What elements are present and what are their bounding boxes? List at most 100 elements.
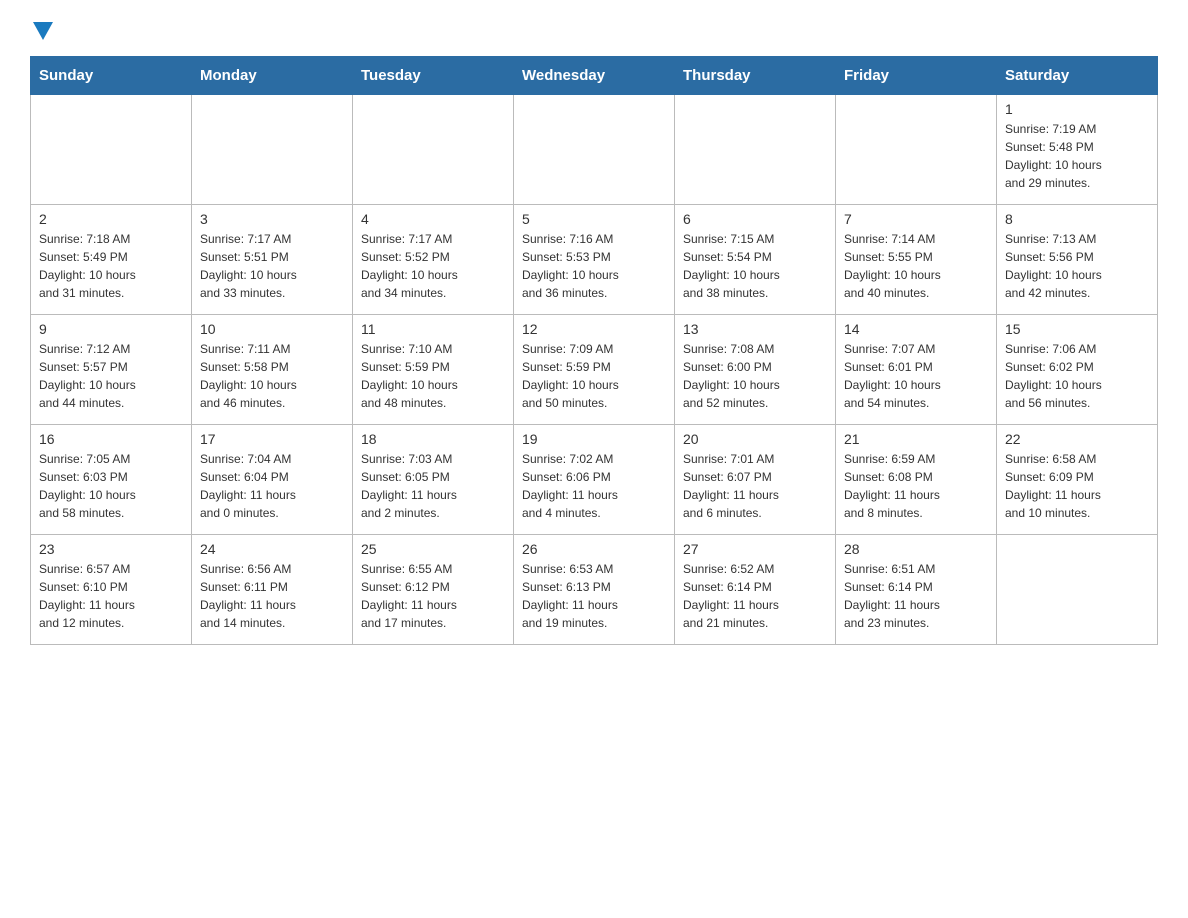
- header-cell-saturday: Saturday: [997, 57, 1158, 95]
- day-number: 27: [683, 541, 827, 557]
- logo: [30, 20, 56, 38]
- week-row-3: 9 Sunrise: 7:12 AM Sunset: 5:57 PM Daylig…: [31, 315, 1158, 425]
- week-row-4: 16 Sunrise: 7:05 AM Sunset: 6:03 PM Dayli…: [31, 425, 1158, 535]
- header-cell-monday: Monday: [192, 57, 353, 95]
- day-number: 23: [39, 541, 183, 557]
- day-number: 25: [361, 541, 505, 557]
- week-row-2: 2 Sunrise: 7:18 AM Sunset: 5:49 PM Daylig…: [31, 205, 1158, 315]
- day-info: Sunrise: 7:10 AM Sunset: 5:59 PM Dayligh…: [361, 340, 505, 412]
- day-info: Sunrise: 7:12 AM Sunset: 5:57 PM Dayligh…: [39, 340, 183, 412]
- calendar-cell: [997, 535, 1158, 645]
- day-number: 5: [522, 211, 666, 227]
- calendar-cell: 23 Sunrise: 6:57 AM Sunset: 6:10 PM Dayli…: [31, 535, 192, 645]
- day-info: Sunrise: 7:01 AM Sunset: 6:07 PM Dayligh…: [683, 450, 827, 522]
- day-info: Sunrise: 7:18 AM Sunset: 5:49 PM Dayligh…: [39, 230, 183, 302]
- calendar-cell: 12 Sunrise: 7:09 AM Sunset: 5:59 PM Dayli…: [514, 315, 675, 425]
- calendar-cell: 9 Sunrise: 7:12 AM Sunset: 5:57 PM Daylig…: [31, 315, 192, 425]
- day-info: Sunrise: 6:57 AM Sunset: 6:10 PM Dayligh…: [39, 560, 183, 632]
- calendar-cell: [192, 95, 353, 205]
- day-number: 12: [522, 321, 666, 337]
- day-number: 9: [39, 321, 183, 337]
- day-info: Sunrise: 7:17 AM Sunset: 5:51 PM Dayligh…: [200, 230, 344, 302]
- day-info: Sunrise: 7:13 AM Sunset: 5:56 PM Dayligh…: [1005, 230, 1149, 302]
- day-number: 1: [1005, 101, 1149, 117]
- calendar-cell: 24 Sunrise: 6:56 AM Sunset: 6:11 PM Dayli…: [192, 535, 353, 645]
- day-number: 26: [522, 541, 666, 557]
- day-info: Sunrise: 6:59 AM Sunset: 6:08 PM Dayligh…: [844, 450, 988, 522]
- header-cell-friday: Friday: [836, 57, 997, 95]
- calendar-cell: 18Sunrise: 7:03 AM Sunset: 6:05 PM Dayli…: [353, 425, 514, 535]
- week-row-5: 23 Sunrise: 6:57 AM Sunset: 6:10 PM Dayli…: [31, 535, 1158, 645]
- day-number: 19: [522, 431, 666, 447]
- day-info: Sunrise: 6:52 AM Sunset: 6:14 PM Dayligh…: [683, 560, 827, 632]
- week-row-1: 1 Sunrise: 7:19 AM Sunset: 5:48 PM Daylig…: [31, 95, 1158, 205]
- day-info: Sunrise: 7:17 AM Sunset: 5:52 PM Dayligh…: [361, 230, 505, 302]
- calendar-cell: [514, 95, 675, 205]
- calendar-cell: 2 Sunrise: 7:18 AM Sunset: 5:49 PM Daylig…: [31, 205, 192, 315]
- header-cell-sunday: Sunday: [31, 57, 192, 95]
- day-number: 15: [1005, 321, 1149, 337]
- calendar-header: SundayMondayTuesdayWednesdayThursdayFrid…: [31, 57, 1158, 95]
- header-cell-thursday: Thursday: [675, 57, 836, 95]
- day-info: Sunrise: 6:58 AM Sunset: 6:09 PM Dayligh…: [1005, 450, 1149, 522]
- header-cell-wednesday: Wednesday: [514, 57, 675, 95]
- day-info: Sunrise: 6:56 AM Sunset: 6:11 PM Dayligh…: [200, 560, 344, 632]
- day-info: Sunrise: 7:14 AM Sunset: 5:55 PM Dayligh…: [844, 230, 988, 302]
- day-info: Sunrise: 7:09 AM Sunset: 5:59 PM Dayligh…: [522, 340, 666, 412]
- calendar-cell: 16 Sunrise: 7:05 AM Sunset: 6:03 PM Dayli…: [31, 425, 192, 535]
- calendar-cell: 6 Sunrise: 7:15 AM Sunset: 5:54 PM Daylig…: [675, 205, 836, 315]
- day-number: 24: [200, 541, 344, 557]
- day-info: Sunrise: 7:06 AM Sunset: 6:02 PM Dayligh…: [1005, 340, 1149, 412]
- day-info: Sunrise: 7:04 AM Sunset: 6:04 PM Dayligh…: [200, 450, 344, 522]
- calendar-body: 1 Sunrise: 7:19 AM Sunset: 5:48 PM Daylig…: [31, 95, 1158, 645]
- day-number: 6: [683, 211, 827, 227]
- calendar-cell: 22 Sunrise: 6:58 AM Sunset: 6:09 PM Dayli…: [997, 425, 1158, 535]
- day-number: 8: [1005, 211, 1149, 227]
- calendar-cell: 26 Sunrise: 6:53 AM Sunset: 6:13 PM Dayli…: [514, 535, 675, 645]
- calendar-cell: 14 Sunrise: 7:07 AM Sunset: 6:01 PM Dayli…: [836, 315, 997, 425]
- page-header: [30, 20, 1158, 38]
- day-number: 16: [39, 431, 183, 447]
- day-number: 17: [200, 431, 344, 447]
- calendar-cell: 27 Sunrise: 6:52 AM Sunset: 6:14 PM Dayli…: [675, 535, 836, 645]
- header-cell-tuesday: Tuesday: [353, 57, 514, 95]
- calendar-cell: 4 Sunrise: 7:17 AM Sunset: 5:52 PM Daylig…: [353, 205, 514, 315]
- header-row: SundayMondayTuesdayWednesdayThursdayFrid…: [31, 57, 1158, 95]
- day-number: 7: [844, 211, 988, 227]
- day-number: 4: [361, 211, 505, 227]
- calendar-cell: 19 Sunrise: 7:02 AM Sunset: 6:06 PM Dayli…: [514, 425, 675, 535]
- day-info: Sunrise: 7:16 AM Sunset: 5:53 PM Dayligh…: [522, 230, 666, 302]
- day-info: Sunrise: 7:11 AM Sunset: 5:58 PM Dayligh…: [200, 340, 344, 412]
- day-info: Sunrise: 7:07 AM Sunset: 6:01 PM Dayligh…: [844, 340, 988, 412]
- day-number: 20: [683, 431, 827, 447]
- day-number: 13: [683, 321, 827, 337]
- day-number: 10: [200, 321, 344, 337]
- day-number: 14: [844, 321, 988, 337]
- calendar-cell: [31, 95, 192, 205]
- calendar-cell: 15 Sunrise: 7:06 AM Sunset: 6:02 PM Dayli…: [997, 315, 1158, 425]
- day-info: Sunrise: 6:51 AM Sunset: 6:14 PM Dayligh…: [844, 560, 988, 632]
- day-info: Sunrise: 7:05 AM Sunset: 6:03 PM Dayligh…: [39, 450, 183, 522]
- calendar-cell: 10 Sunrise: 7:11 AM Sunset: 5:58 PM Dayli…: [192, 315, 353, 425]
- calendar-cell: 17 Sunrise: 7:04 AM Sunset: 6:04 PM Dayli…: [192, 425, 353, 535]
- day-info: Sunrise: 6:53 AM Sunset: 6:13 PM Dayligh…: [522, 560, 666, 632]
- day-number: 2: [39, 211, 183, 227]
- day-number: 11: [361, 321, 505, 337]
- calendar-cell: 5 Sunrise: 7:16 AM Sunset: 5:53 PM Daylig…: [514, 205, 675, 315]
- calendar-cell: 3 Sunrise: 7:17 AM Sunset: 5:51 PM Daylig…: [192, 205, 353, 315]
- calendar-cell: 20 Sunrise: 7:01 AM Sunset: 6:07 PM Dayli…: [675, 425, 836, 535]
- day-number: 3: [200, 211, 344, 227]
- calendar-cell: 25Sunrise: 6:55 AM Sunset: 6:12 PM Dayli…: [353, 535, 514, 645]
- calendar-cell: 8 Sunrise: 7:13 AM Sunset: 5:56 PM Daylig…: [997, 205, 1158, 315]
- calendar-cell: 13 Sunrise: 7:08 AM Sunset: 6:00 PM Dayli…: [675, 315, 836, 425]
- day-number: 22: [1005, 431, 1149, 447]
- day-info: Sunrise: 7:08 AM Sunset: 6:00 PM Dayligh…: [683, 340, 827, 412]
- day-info: Sunrise: 7:15 AM Sunset: 5:54 PM Dayligh…: [683, 230, 827, 302]
- day-info: Sunrise: 7:19 AM Sunset: 5:48 PM Dayligh…: [1005, 120, 1149, 192]
- calendar-cell: 21Sunrise: 6:59 AM Sunset: 6:08 PM Dayli…: [836, 425, 997, 535]
- calendar-cell: [353, 95, 514, 205]
- day-info: Sunrise: 7:02 AM Sunset: 6:06 PM Dayligh…: [522, 450, 666, 522]
- calendar-cell: [836, 95, 997, 205]
- calendar-cell: 1 Sunrise: 7:19 AM Sunset: 5:48 PM Daylig…: [997, 95, 1158, 205]
- calendar-cell: 28Sunrise: 6:51 AM Sunset: 6:14 PM Dayli…: [836, 535, 997, 645]
